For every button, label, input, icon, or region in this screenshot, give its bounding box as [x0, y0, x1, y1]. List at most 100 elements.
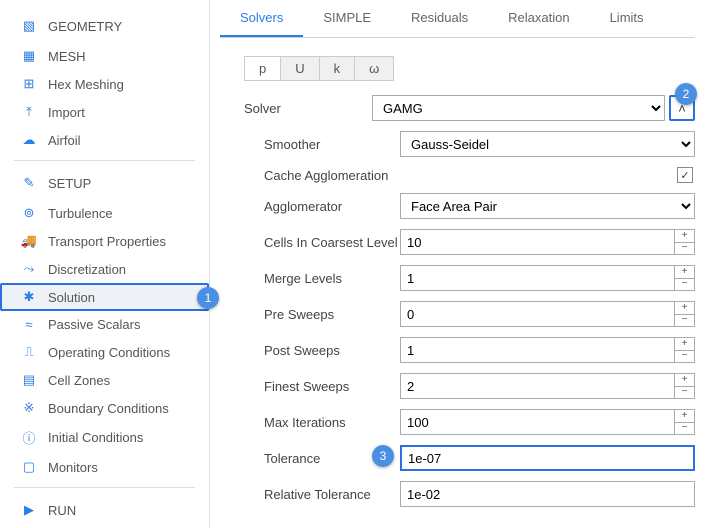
solver-select[interactable]: GAMG — [372, 95, 665, 121]
item-label: Solution — [48, 290, 95, 305]
item-label: Transport Properties — [48, 234, 166, 249]
item-icon: ⊞ — [20, 76, 38, 92]
tab-limits[interactable]: Limits — [590, 0, 664, 37]
tab-residuals[interactable]: Residuals — [391, 0, 488, 37]
callout-badge: 3 — [372, 445, 394, 467]
plus-icon[interactable]: + — [675, 410, 694, 423]
minus-icon[interactable]: − — [675, 423, 694, 435]
plus-icon[interactable]: + — [675, 374, 694, 387]
tab-solvers[interactable]: Solvers — [220, 0, 303, 37]
item-label: Operating Conditions — [48, 345, 170, 360]
subtab-ω[interactable]: ω — [355, 57, 393, 80]
item-icon: ⊚ — [20, 205, 38, 221]
sidebar-item-mesh[interactable]: ▦ MESH — [0, 42, 209, 70]
item-icon: ⤳ — [20, 261, 38, 277]
spinner-buttons[interactable]: +− — [675, 373, 695, 399]
subtab-U[interactable]: U — [281, 57, 319, 80]
item-label: Initial Conditions — [48, 430, 143, 445]
item-icon: ※ — [20, 400, 38, 416]
field-smoother[interactable]: Gauss-Seidel — [400, 131, 695, 157]
item-icon: ⓘ — [20, 428, 38, 447]
callout-badge: 2 — [675, 83, 697, 105]
sidebar-group-setup[interactable]: ✎ SETUP — [0, 167, 209, 199]
item-label: Airfoil — [48, 133, 81, 148]
spinner-buttons[interactable]: +− — [675, 301, 695, 327]
collapse-button[interactable]: ˄2 — [669, 95, 695, 121]
param-label: Cells In Coarsest Level — [220, 235, 400, 250]
field-max-iterations[interactable] — [400, 409, 675, 435]
minus-icon[interactable]: − — [675, 279, 694, 291]
subtab-k[interactable]: k — [320, 57, 356, 80]
item-icon: ☁ — [20, 132, 38, 148]
field-tolerance[interactable] — [400, 445, 695, 471]
sidebar-item-operating-conditions[interactable]: ⎍ Operating Conditions — [0, 338, 209, 366]
group-label: RUN — [48, 503, 76, 518]
plus-icon[interactable]: + — [675, 266, 694, 279]
item-icon: ▢ — [20, 459, 38, 475]
sidebar-group-run[interactable]: ▶RUN — [0, 494, 209, 526]
field-finest-sweeps[interactable] — [400, 373, 675, 399]
spinner-buttons[interactable]: +− — [675, 229, 695, 255]
item-label: Boundary Conditions — [48, 401, 169, 416]
field-cells-in-coarsest-level[interactable] — [400, 229, 675, 255]
spinner-buttons[interactable]: +− — [675, 265, 695, 291]
minus-icon[interactable]: − — [675, 315, 694, 327]
item-icon: ⎍ — [20, 344, 38, 360]
tab-simple[interactable]: SIMPLE — [303, 0, 391, 37]
sidebar-item-passive-scalars[interactable]: ≈Passive Scalars — [0, 311, 209, 338]
sidebar-item-monitors[interactable]: ▢ Monitors — [0, 453, 209, 481]
field-agglomerator[interactable]: Face Area Pair — [400, 193, 695, 219]
sidebar: ▧ GEOMETRY ▦ MESH ⊞ Hex Meshing ⤒ Import ☁ Airfoi… — [0, 0, 210, 528]
param-label: Merge Levels — [220, 271, 400, 286]
sidebar-item-hex-meshing[interactable]: ⊞ Hex Meshing — [0, 70, 209, 98]
item-label: MESH — [48, 49, 86, 64]
main-panel: SolversSIMPLEResidualsRelaxationLimits p… — [210, 0, 705, 528]
minus-icon[interactable]: − — [675, 351, 694, 363]
sidebar-group-geometry[interactable]: ▧ GEOMETRY — [0, 10, 209, 42]
item-icon: ▤ — [20, 372, 38, 388]
group-icon: ▧ — [20, 18, 38, 34]
item-label: Discretization — [48, 262, 126, 277]
group-label: GEOMETRY — [48, 19, 122, 34]
param-label: Pre Sweeps — [220, 307, 400, 322]
param-label: Max Iterations — [220, 415, 400, 430]
sidebar-item-turbulence[interactable]: ⊚Turbulence — [0, 199, 209, 227]
item-icon: ⤒ — [20, 104, 38, 120]
sidebar-item-boundary-conditions[interactable]: ※ Boundary Conditions — [0, 394, 209, 422]
param-label: Cache Agglomeration — [220, 168, 400, 183]
tab-relaxation[interactable]: Relaxation — [488, 0, 589, 37]
item-icon: ▦ — [20, 48, 38, 64]
spinner-buttons[interactable]: +− — [675, 409, 695, 435]
sidebar-item-airfoil[interactable]: ☁ Airfoil — [0, 126, 209, 154]
subtabs: pUkω — [244, 56, 394, 81]
sidebar-item-transport-properties[interactable]: 🚚Transport Properties — [0, 227, 209, 255]
sidebar-item-discretization[interactable]: ⤳ Discretization — [0, 255, 209, 283]
minus-icon[interactable]: − — [675, 243, 694, 255]
field-relative-tolerance[interactable] — [400, 481, 695, 507]
item-icon: ✱ — [20, 289, 38, 305]
subtab-p[interactable]: p — [245, 57, 281, 80]
field-post-sweeps[interactable] — [400, 337, 675, 363]
plus-icon[interactable]: + — [675, 230, 694, 243]
param-label: Relative Tolerance — [220, 487, 400, 502]
sidebar-item-solution[interactable]: ✱Solution1 — [0, 283, 209, 311]
item-label: Import — [48, 105, 85, 120]
field-cache-agglomeration[interactable]: ✓ — [677, 167, 693, 183]
minus-icon[interactable]: − — [675, 387, 694, 399]
item-label: Hex Meshing — [48, 77, 124, 92]
sidebar-item-initial-conditions[interactable]: ⓘ Initial Conditions — [0, 422, 209, 453]
field-pre-sweeps[interactable] — [400, 301, 675, 327]
solver-label: Solver — [220, 101, 372, 116]
item-label: Monitors — [48, 460, 98, 475]
plus-icon[interactable]: + — [675, 338, 694, 351]
group-label: SETUP — [48, 176, 91, 191]
tabs: SolversSIMPLEResidualsRelaxationLimits — [220, 0, 695, 38]
plus-icon[interactable]: + — [675, 302, 694, 315]
sidebar-item-cell-zones[interactable]: ▤Cell Zones — [0, 366, 209, 394]
spinner-buttons[interactable]: +− — [675, 337, 695, 363]
group-icon: ✎ — [20, 175, 38, 191]
param-label: Finest Sweeps — [220, 379, 400, 394]
field-merge-levels[interactable] — [400, 265, 675, 291]
param-label: Post Sweeps — [220, 343, 400, 358]
sidebar-item-import[interactable]: ⤒ Import — [0, 98, 209, 126]
